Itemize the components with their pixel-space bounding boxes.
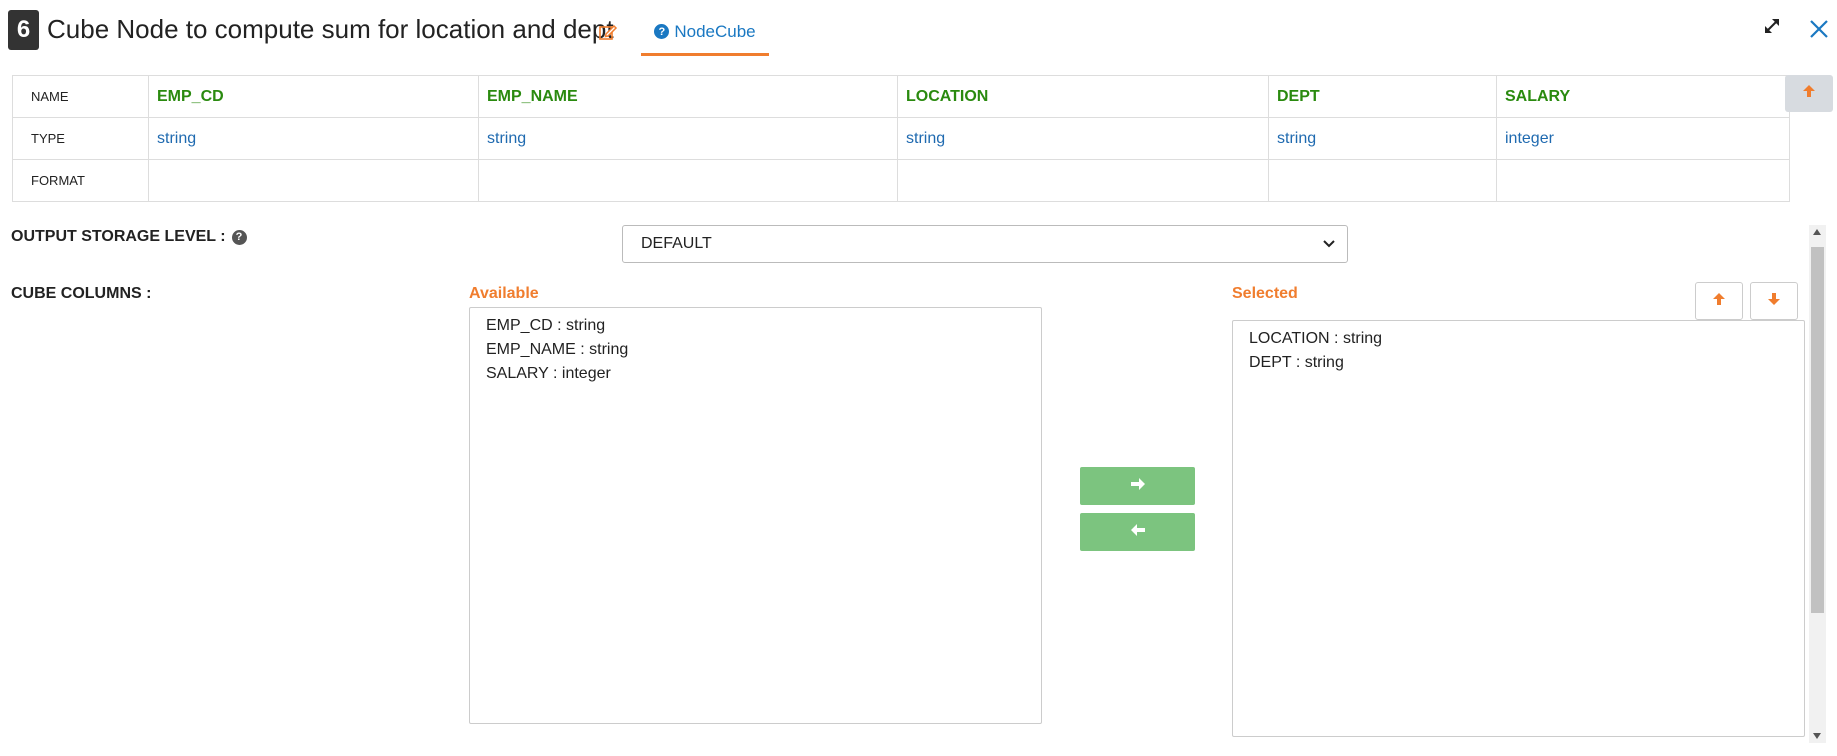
schema-table: NAME EMP_CD EMP_NAME LOCATION DEPT SALAR… xyxy=(12,75,1790,202)
vertical-scrollbar[interactable] xyxy=(1809,225,1826,743)
arrow-right-icon xyxy=(1130,477,1146,496)
column-name-cell: EMP_CD xyxy=(148,75,479,118)
arrow-left-icon xyxy=(1130,523,1146,542)
selected-columns-list[interactable]: LOCATION : string DEPT : string xyxy=(1232,320,1805,737)
storage-level-label: OUTPUT STORAGE LEVEL : ? xyxy=(11,228,247,246)
scroll-down-arrow-icon[interactable] xyxy=(1813,733,1821,739)
move-left-button[interactable] xyxy=(1080,513,1195,551)
list-item[interactable]: LOCATION : string xyxy=(1249,327,1788,351)
row-label-name: NAME xyxy=(12,75,149,118)
list-item[interactable]: EMP_NAME : string xyxy=(486,338,1025,362)
node-title: Cube Node to compute sum for location an… xyxy=(47,14,614,44)
collapse-schema-button[interactable] xyxy=(1785,75,1833,112)
arrow-down-icon xyxy=(1766,291,1782,312)
list-item[interactable]: DEPT : string xyxy=(1249,351,1788,375)
column-name-cell: DEPT xyxy=(1268,75,1497,118)
arrow-up-icon xyxy=(1801,83,1817,104)
schema-row-name: NAME EMP_CD EMP_NAME LOCATION DEPT SALAR… xyxy=(12,75,1790,118)
schema-row-type: TYPE string string string string integer xyxy=(12,117,1790,160)
column-format-cell xyxy=(148,159,479,202)
column-type-cell: string xyxy=(148,117,479,160)
scrollbar-thumb[interactable] xyxy=(1811,247,1824,613)
question-circle-icon[interactable]: ? xyxy=(231,229,247,245)
expand-icon[interactable] xyxy=(1762,16,1782,36)
column-format-cell xyxy=(1268,159,1497,202)
column-format-cell xyxy=(897,159,1269,202)
column-name-cell: SALARY xyxy=(1496,75,1790,118)
help-tab-label: NodeCube xyxy=(674,22,756,41)
available-label: Available xyxy=(469,285,539,302)
storage-level-select[interactable]: DEFAULT xyxy=(622,225,1348,263)
move-right-button[interactable] xyxy=(1080,467,1195,505)
scroll-up-arrow-icon[interactable] xyxy=(1813,229,1821,235)
column-format-cell xyxy=(1496,159,1790,202)
tab-nodecube-help[interactable]: ? NodeCube xyxy=(641,18,769,56)
row-label-format: FORMAT xyxy=(12,159,149,202)
edit-icon[interactable] xyxy=(598,22,618,42)
move-up-button[interactable] xyxy=(1695,282,1743,320)
node-number-badge: 6 xyxy=(8,10,39,50)
close-icon[interactable] xyxy=(1808,18,1830,40)
storage-level-text: OUTPUT STORAGE LEVEL : xyxy=(11,228,226,245)
column-name-cell: EMP_NAME xyxy=(478,75,898,118)
chevron-down-icon xyxy=(1323,235,1335,253)
column-type-cell: integer xyxy=(1496,117,1790,160)
column-type-cell: string xyxy=(897,117,1269,160)
list-item[interactable]: EMP_CD : string xyxy=(486,314,1025,338)
column-name-cell: LOCATION xyxy=(897,75,1269,118)
selected-label: Selected xyxy=(1232,285,1298,302)
cube-columns-label: CUBE COLUMNS : xyxy=(11,285,152,302)
available-columns-list[interactable]: EMP_CD : string EMP_NAME : string SALARY… xyxy=(469,307,1042,724)
column-format-cell xyxy=(478,159,898,202)
storage-level-value: DEFAULT xyxy=(641,235,712,252)
column-type-cell: string xyxy=(478,117,898,160)
schema-row-format: FORMAT xyxy=(12,159,1790,202)
question-circle-icon: ? xyxy=(654,24,670,39)
row-label-type: TYPE xyxy=(12,117,149,160)
move-down-button[interactable] xyxy=(1750,282,1798,320)
column-type-cell: string xyxy=(1268,117,1497,160)
arrow-up-icon xyxy=(1711,291,1727,312)
list-item[interactable]: SALARY : integer xyxy=(486,362,1025,386)
